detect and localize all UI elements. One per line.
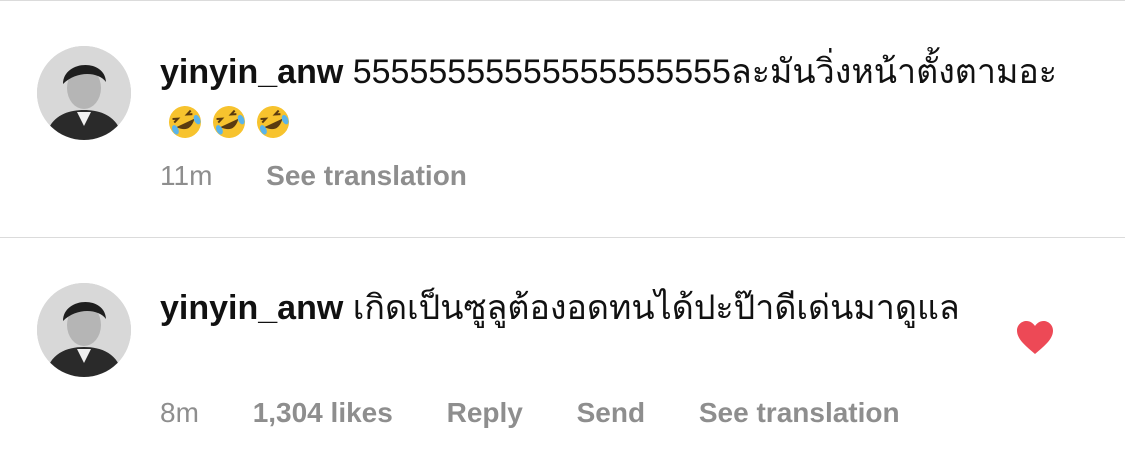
rolling-on-floor-laughing-icon bbox=[166, 103, 204, 141]
comment-username[interactable]: yinyin_anw bbox=[160, 289, 343, 327]
heart-icon[interactable] bbox=[1015, 320, 1055, 356]
comment-username[interactable]: yinyin_anw bbox=[160, 53, 343, 91]
top-divider bbox=[0, 0, 1125, 1]
comment-divider bbox=[0, 237, 1125, 238]
avatar[interactable] bbox=[37, 46, 131, 140]
comment-meta: 11m See translation bbox=[160, 160, 513, 192]
comment-text: yinyin_anw เกิดเป็นซูลูต้องอดทนได้ปะป๊าด… bbox=[160, 282, 980, 334]
send-button[interactable]: Send bbox=[577, 397, 645, 429]
comment-meta: 8m 1,304 likes Reply Send See translatio… bbox=[160, 397, 946, 429]
likes-count-link[interactable]: 1,304 likes bbox=[253, 397, 393, 429]
reply-button[interactable]: Reply bbox=[447, 397, 523, 429]
see-translation-link[interactable]: See translation bbox=[266, 160, 467, 192]
comment-time: 11m bbox=[160, 160, 213, 191]
rolling-on-floor-laughing-icon bbox=[254, 103, 292, 141]
comment-time: 8m bbox=[160, 397, 199, 428]
see-translation-link[interactable]: See translation bbox=[699, 397, 900, 429]
comment-message: เกิดเป็นซูลูต้องอดทนได้ปะป๊าดีเด่นมาดูแล bbox=[352, 289, 960, 327]
avatar[interactable] bbox=[37, 283, 131, 377]
comment-text: yinyin_anw 55555555555555555555ละมันวิ่ง… bbox=[160, 46, 1060, 150]
rolling-on-floor-laughing-icon bbox=[210, 103, 248, 141]
comment-message: 55555555555555555555ละมันวิ่งหน้าตั้งตาม… bbox=[352, 53, 1058, 91]
